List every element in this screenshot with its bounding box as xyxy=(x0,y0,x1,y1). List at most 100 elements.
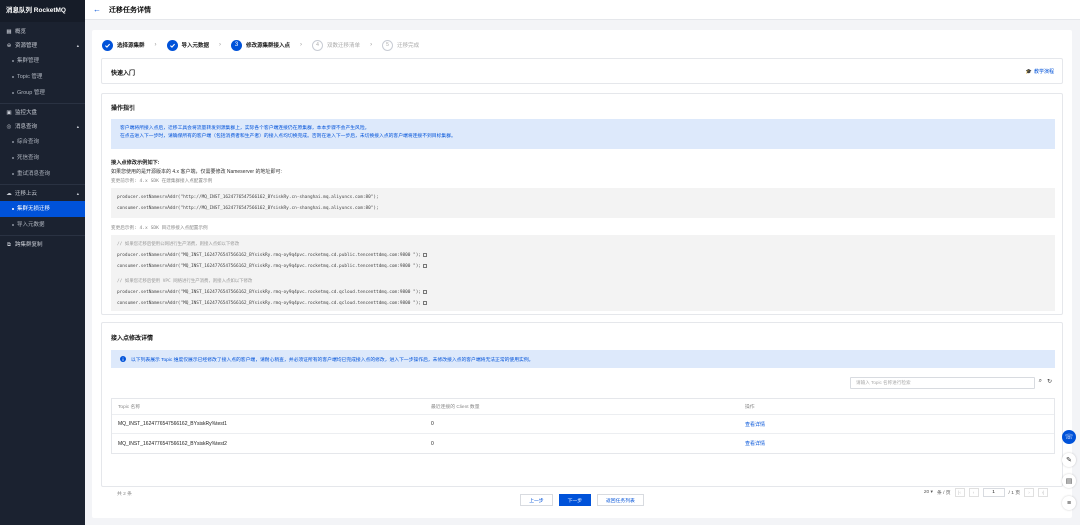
quick-start-panel: 快速入门 🎓 教学演程 xyxy=(101,58,1063,84)
step-label: 迁移完成 xyxy=(397,43,420,49)
demo-link[interactable]: 🎓 教学演程 xyxy=(1025,68,1054,76)
copy-icon[interactable] xyxy=(423,289,427,294)
sidebar-item-cluster[interactable]: 集群管理 xyxy=(0,53,85,69)
sidebar-item-lossless-migration[interactable]: 集群无损迁移 xyxy=(0,201,85,217)
code-line: consumer.setNamesrvAddr("http://MQ_INST_… xyxy=(117,206,379,211)
code-line: producer.setNamesrvAddr("MQ_INST_1624776… xyxy=(117,253,421,258)
view-details-link[interactable]: 查看详情 xyxy=(745,422,765,428)
sidebar-item-resources[interactable]: ⊕ 资源管理 ▴ xyxy=(0,39,85,53)
step-2: 导入元数据 xyxy=(166,39,209,51)
sidebar-item-label: 重试消息查询 xyxy=(17,171,51,177)
bullet-icon xyxy=(12,224,14,226)
sidebar-item-migration[interactable]: ☁ 迁移上云 ▴ xyxy=(0,187,85,201)
page-title: 迁移任务详情 xyxy=(109,6,151,14)
sidebar-item-label: 概览 xyxy=(15,29,27,35)
sidebar-item-label: 监控大盘 xyxy=(15,110,38,116)
view-details-link[interactable]: 查看详情 xyxy=(745,441,765,447)
copy-icon[interactable] xyxy=(423,252,427,257)
sidebar-item-general-query[interactable]: 综合查询 xyxy=(0,134,85,150)
search-input[interactable]: 请输入 Topic 名称进行检索 xyxy=(850,377,1035,389)
monitor-icon: ▣ xyxy=(6,110,12,116)
column-header: Topic 名称 xyxy=(118,405,141,410)
table-row: MQ_INST_1624776547566162_BYsiskRy%test2 … xyxy=(112,434,1054,453)
check-icon xyxy=(102,39,113,51)
bullet-icon xyxy=(12,60,14,62)
topic-name: MQ_INST_1624776547566162_BYsiskRy%test1 xyxy=(118,421,227,427)
sidebar-item-retry-query[interactable]: 重试消息查询 xyxy=(0,166,85,182)
guide-panel: 操作指引 客户端将所接入点后，迁移工具会将流量转发到源集群上，实际各个客户端连接… xyxy=(101,93,1063,315)
column-header: 操作 xyxy=(745,405,755,410)
refresh-icon[interactable]: ↻ xyxy=(1047,378,1052,385)
step-1: 选择源集群 xyxy=(102,39,145,51)
chevron-up-icon: ▴ xyxy=(76,191,79,196)
detail-info-box: i 以下列表展示 Topic 维度仅展示已经修改了接入点的客户端，请耐心稍查，并… xyxy=(111,350,1055,368)
feedback-icon[interactable]: ✎ xyxy=(1062,453,1076,467)
copy-icon[interactable] xyxy=(423,300,427,305)
step-3: 3 修改源集群接入点 xyxy=(231,39,290,51)
sidebar-item-label: 导入元数据 xyxy=(17,222,45,228)
sidebar-item-cross-cluster[interactable]: ⧉ 跨集群复制 xyxy=(0,238,85,252)
code-line: consumer.setNamesrvAddr("MQ_INST_1624776… xyxy=(117,301,421,306)
check-icon xyxy=(166,39,178,51)
sidebar-item-group[interactable]: Group 管理 xyxy=(0,85,85,101)
topic-table: Topic 名称 最近连接的 Client 数量 操作 MQ_INST_1624… xyxy=(111,398,1055,454)
next-step-button[interactable]: 下一步 xyxy=(558,494,591,506)
chevron-up-icon: ▴ xyxy=(76,43,79,48)
code-comment: // 如果您迁移后使用公网进行生产消费，则接入点如以下修改 xyxy=(117,242,240,247)
prev-step-button[interactable]: 上一步 xyxy=(520,494,553,506)
bullet-icon xyxy=(12,157,14,159)
info-icon: i xyxy=(120,356,126,362)
bullet-icon xyxy=(12,208,14,210)
panel-title: 快速入门 xyxy=(111,71,136,77)
search-icon[interactable]: ⌕ xyxy=(1039,378,1042,385)
sidebar-item-message-query[interactable]: ◎ 消息查询 ▴ xyxy=(0,120,85,134)
step-label: 双数迁移清单 xyxy=(327,43,361,49)
step-number: 5 xyxy=(382,39,394,51)
sidebar: 消息队列 RocketMQ ▦ 概览 ⊕ 资源管理 ▴ 集群管理 Topic 管… xyxy=(0,0,85,525)
code-label: 变更前示例: 4.x SDK 在建集群接入点配置示例 xyxy=(111,179,213,184)
bullet-icon xyxy=(12,141,14,143)
example-desc: 如果您使用的是开源版本的 4.x 客户端，仅需要修改 Nameserver 的地… xyxy=(111,169,282,175)
globe-icon: ⊕ xyxy=(6,43,12,49)
chevron-up-icon: ▴ xyxy=(76,124,79,129)
copy-icon: ⧉ xyxy=(7,242,11,248)
step-label: 选择源集群 xyxy=(117,43,145,49)
chevron-right-icon: › xyxy=(154,42,157,48)
code-line: consumer.setNamesrvAddr("MQ_INST_1624776… xyxy=(117,264,421,269)
graduation-cap-icon: 🎓 xyxy=(1025,68,1032,75)
column-header: 最近连接的 Client 数量 xyxy=(431,405,480,410)
brand-title: 消息队列 RocketMQ xyxy=(0,0,85,22)
back-arrow-icon[interactable]: ← xyxy=(93,5,101,14)
sidebar-item-topic[interactable]: Topic 管理 xyxy=(0,69,85,85)
step-number: 4 xyxy=(312,39,324,51)
sidebar-item-label: 死信查询 xyxy=(17,155,40,161)
support-chat-icon[interactable]: ☏ xyxy=(1062,430,1076,444)
sidebar-item-label: 综合查询 xyxy=(17,139,40,145)
access-point-detail-panel: 接入点修改详情 i 以下列表展示 Topic 维度仅展示已经修改了接入点的客户端… xyxy=(101,322,1063,497)
bullet-icon xyxy=(12,92,14,94)
stepper: 选择源集群 › 导入元数据 › 3 修改源集群接入点 › 4 双数迁移清单 › … xyxy=(102,38,419,52)
code-block-before: producer.setNamesrvAddr("http://MQ_INST_… xyxy=(111,188,1055,218)
divider xyxy=(0,184,85,185)
sidebar-item-label: 集群管理 xyxy=(17,58,40,64)
back-to-list-button[interactable]: 返回任务列表 xyxy=(597,494,644,506)
sidebar-item-import-metadata[interactable]: 导入元数据 xyxy=(0,217,85,233)
main-card: 选择源集群 › 导入元数据 › 3 修改源集群接入点 › 4 双数迁移清单 › … xyxy=(92,30,1072,518)
step-4: 4 双数迁移清单 xyxy=(312,39,361,51)
book-icon[interactable]: ▤ xyxy=(1062,474,1076,488)
sidebar-item-label: 集群无损迁移 xyxy=(17,206,51,212)
sidebar-item-monitor[interactable]: ▣ 监控大盘 xyxy=(0,106,85,120)
sidebar-item-label: 资源管理 xyxy=(15,43,38,49)
topic-name: MQ_INST_1624776547566162_BYsiskRy%test2 xyxy=(118,440,227,447)
sidebar-item-overview[interactable]: ▦ 概览 xyxy=(0,25,85,39)
table-header: Topic 名称 最近连接的 Client 数量 操作 xyxy=(112,399,1054,415)
panel-title: 操作指引 xyxy=(111,106,136,112)
client-count: 0 xyxy=(431,440,434,447)
sidebar-item-label: Topic 管理 xyxy=(17,74,43,80)
copy-icon[interactable] xyxy=(423,263,427,268)
divider xyxy=(0,103,85,104)
code-block-after: // 如果您迁移后使用公网进行生产消费，则接入点如以下修改 producer.s… xyxy=(111,235,1055,311)
sidebar-item-dead-letter[interactable]: 死信查询 xyxy=(0,150,85,166)
divider xyxy=(0,235,85,236)
menu-list-icon[interactable]: ≡ xyxy=(1062,496,1076,510)
